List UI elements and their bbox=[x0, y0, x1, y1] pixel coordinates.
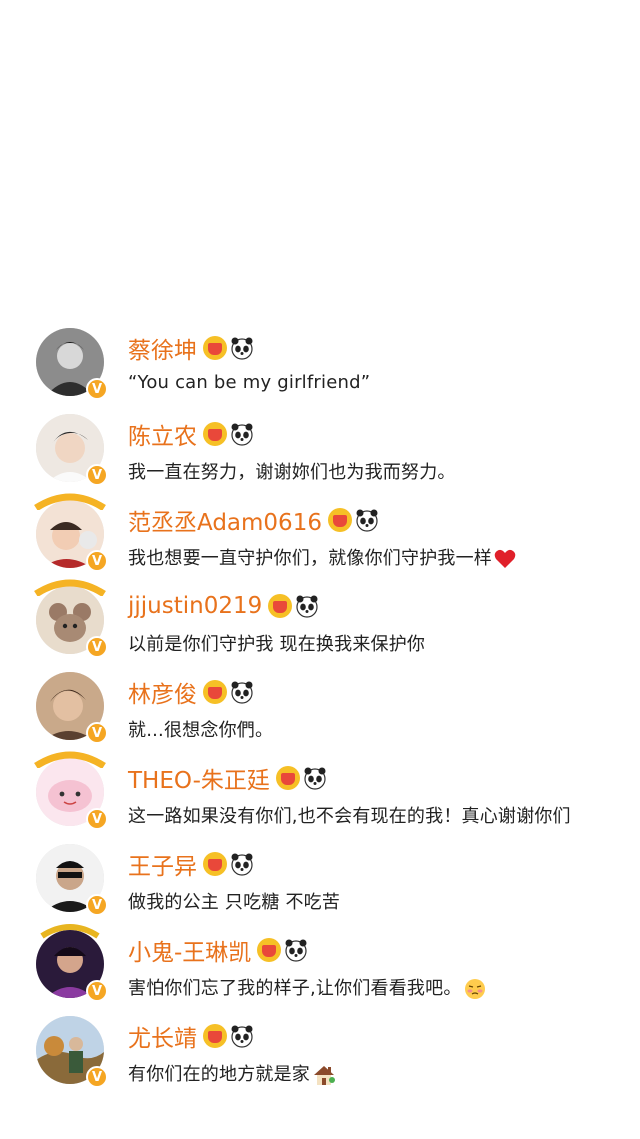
verified-icon: V bbox=[86, 464, 108, 486]
panda-badge-icon bbox=[296, 595, 318, 618]
avatar[interactable]: V bbox=[36, 414, 108, 486]
list-item[interactable]: V 小鬼-王琳凯 害怕你们忘了我的样子,让你们看看我吧。 bbox=[0, 920, 640, 1006]
list-item[interactable]: V THEO-朱正廷 这一路如果没有你们,也不会有现在的我！真心谢谢你们 bbox=[0, 748, 640, 834]
avatar[interactable]: V bbox=[36, 1016, 108, 1088]
message-content: 我也想要一直守护你们，就像你们守护我一样 bbox=[128, 548, 492, 569]
message-text: 害怕你们忘了我的样子,让你们看看我吧。 bbox=[128, 974, 486, 1000]
message-text: “You can be my girlfriend” bbox=[128, 372, 371, 393]
username[interactable]: 蔡徐坤 bbox=[128, 331, 197, 365]
crown-badge-icon bbox=[203, 852, 227, 876]
username[interactable]: 陈立农 bbox=[128, 417, 197, 451]
message-text: 我一直在努力，谢谢妳们也为我而努力。 bbox=[128, 462, 456, 483]
crown-badge-icon bbox=[268, 594, 293, 618]
panda-badge-icon bbox=[285, 939, 307, 962]
verified-icon: V bbox=[86, 722, 108, 744]
heart-emoji-icon bbox=[494, 549, 516, 568]
panda-badge-icon bbox=[231, 1025, 253, 1048]
panda-badge-icon bbox=[304, 767, 326, 790]
crown-badge-icon bbox=[203, 680, 227, 704]
message-text: 我也想要一直守护你们，就像你们守护我一样 bbox=[128, 544, 516, 570]
panda-badge-icon bbox=[231, 681, 253, 704]
panda-badge-icon bbox=[231, 423, 253, 446]
username[interactable]: jjjustin0219 bbox=[128, 593, 262, 619]
avatar[interactable]: V bbox=[36, 924, 108, 1002]
avatar-frame-icon bbox=[34, 751, 106, 768]
crown-badge-icon bbox=[327, 508, 352, 532]
message-text: 做我的公主 只吃糖 不吃苦 bbox=[128, 892, 341, 913]
message-content: 有你们在的地方就是家 bbox=[128, 1064, 310, 1085]
crown-badge-icon bbox=[203, 336, 227, 360]
username[interactable]: 林彦俊 bbox=[128, 675, 197, 709]
house-emoji-icon bbox=[314, 1066, 335, 1085]
avatar-frame-icon bbox=[34, 493, 106, 510]
message-text: 有你们在的地方就是家 bbox=[128, 1060, 336, 1086]
username[interactable]: 小鬼-王琳凯 bbox=[128, 933, 251, 967]
list-item[interactable]: V 王子异 做我的公主 只吃糖 不吃苦 bbox=[0, 834, 640, 920]
username[interactable]: 范丞丞Adam0616 bbox=[128, 503, 322, 537]
avatar[interactable]: V bbox=[34, 579, 108, 658]
list-item[interactable]: V jjjustin0219 以前是你们守护我 现在换我来保护你 bbox=[0, 576, 640, 662]
avatar[interactable]: V bbox=[36, 844, 108, 916]
verified-icon: V bbox=[86, 808, 108, 830]
avatar[interactable]: V bbox=[34, 751, 108, 830]
message-content: 害怕你们忘了我的样子,让你们看看我吧。 bbox=[128, 978, 462, 999]
message-text: 以前是你们守护我 现在换我来保护你 bbox=[128, 634, 426, 655]
message-text: 这一路如果没有你们,也不会有现在的我！真心谢谢你们 bbox=[128, 806, 571, 827]
verified-icon: V bbox=[86, 636, 108, 658]
username[interactable]: 王子异 bbox=[128, 847, 197, 881]
list-item[interactable]: V 范丞丞Adam0616 我也想要一直守护你们，就像你们守护我一样 bbox=[0, 490, 640, 576]
avatar[interactable]: V bbox=[34, 493, 108, 572]
list-item[interactable]: V 陈立农 我一直在努力，谢谢妳们也为我而努力。 bbox=[0, 404, 640, 490]
avatar-frame-icon bbox=[34, 579, 106, 596]
panda-badge-icon bbox=[231, 853, 253, 876]
avatar-frame-icon bbox=[40, 924, 100, 939]
shy-face-emoji-icon bbox=[464, 979, 485, 999]
verified-icon: V bbox=[86, 378, 108, 400]
user-list: V 蔡徐坤 “You can be my girlfriend” V 陈立农 我… bbox=[0, 318, 640, 1092]
avatar[interactable]: V bbox=[36, 672, 108, 744]
username[interactable]: THEO-朱正廷 bbox=[128, 761, 270, 795]
crown-badge-icon bbox=[203, 1024, 227, 1048]
message-text: 就...很想念你們。 bbox=[128, 720, 274, 741]
verified-icon: V bbox=[86, 1066, 108, 1088]
list-item[interactable]: V 尤长靖 有你们在的地方就是家 bbox=[0, 1006, 640, 1092]
panda-badge-icon bbox=[356, 509, 378, 532]
list-item[interactable]: V 林彦俊 就...很想念你們。 bbox=[0, 662, 640, 748]
crown-badge-icon bbox=[275, 766, 300, 790]
verified-icon: V bbox=[86, 550, 108, 572]
verified-icon: V bbox=[86, 980, 108, 1002]
crown-badge-icon bbox=[257, 938, 282, 962]
username[interactable]: 尤长靖 bbox=[128, 1019, 197, 1053]
list-item[interactable]: V 蔡徐坤 “You can be my girlfriend” bbox=[0, 318, 640, 404]
avatar[interactable]: V bbox=[36, 328, 108, 400]
panda-badge-icon bbox=[231, 337, 253, 360]
verified-icon: V bbox=[86, 894, 108, 916]
crown-badge-icon bbox=[203, 422, 227, 446]
